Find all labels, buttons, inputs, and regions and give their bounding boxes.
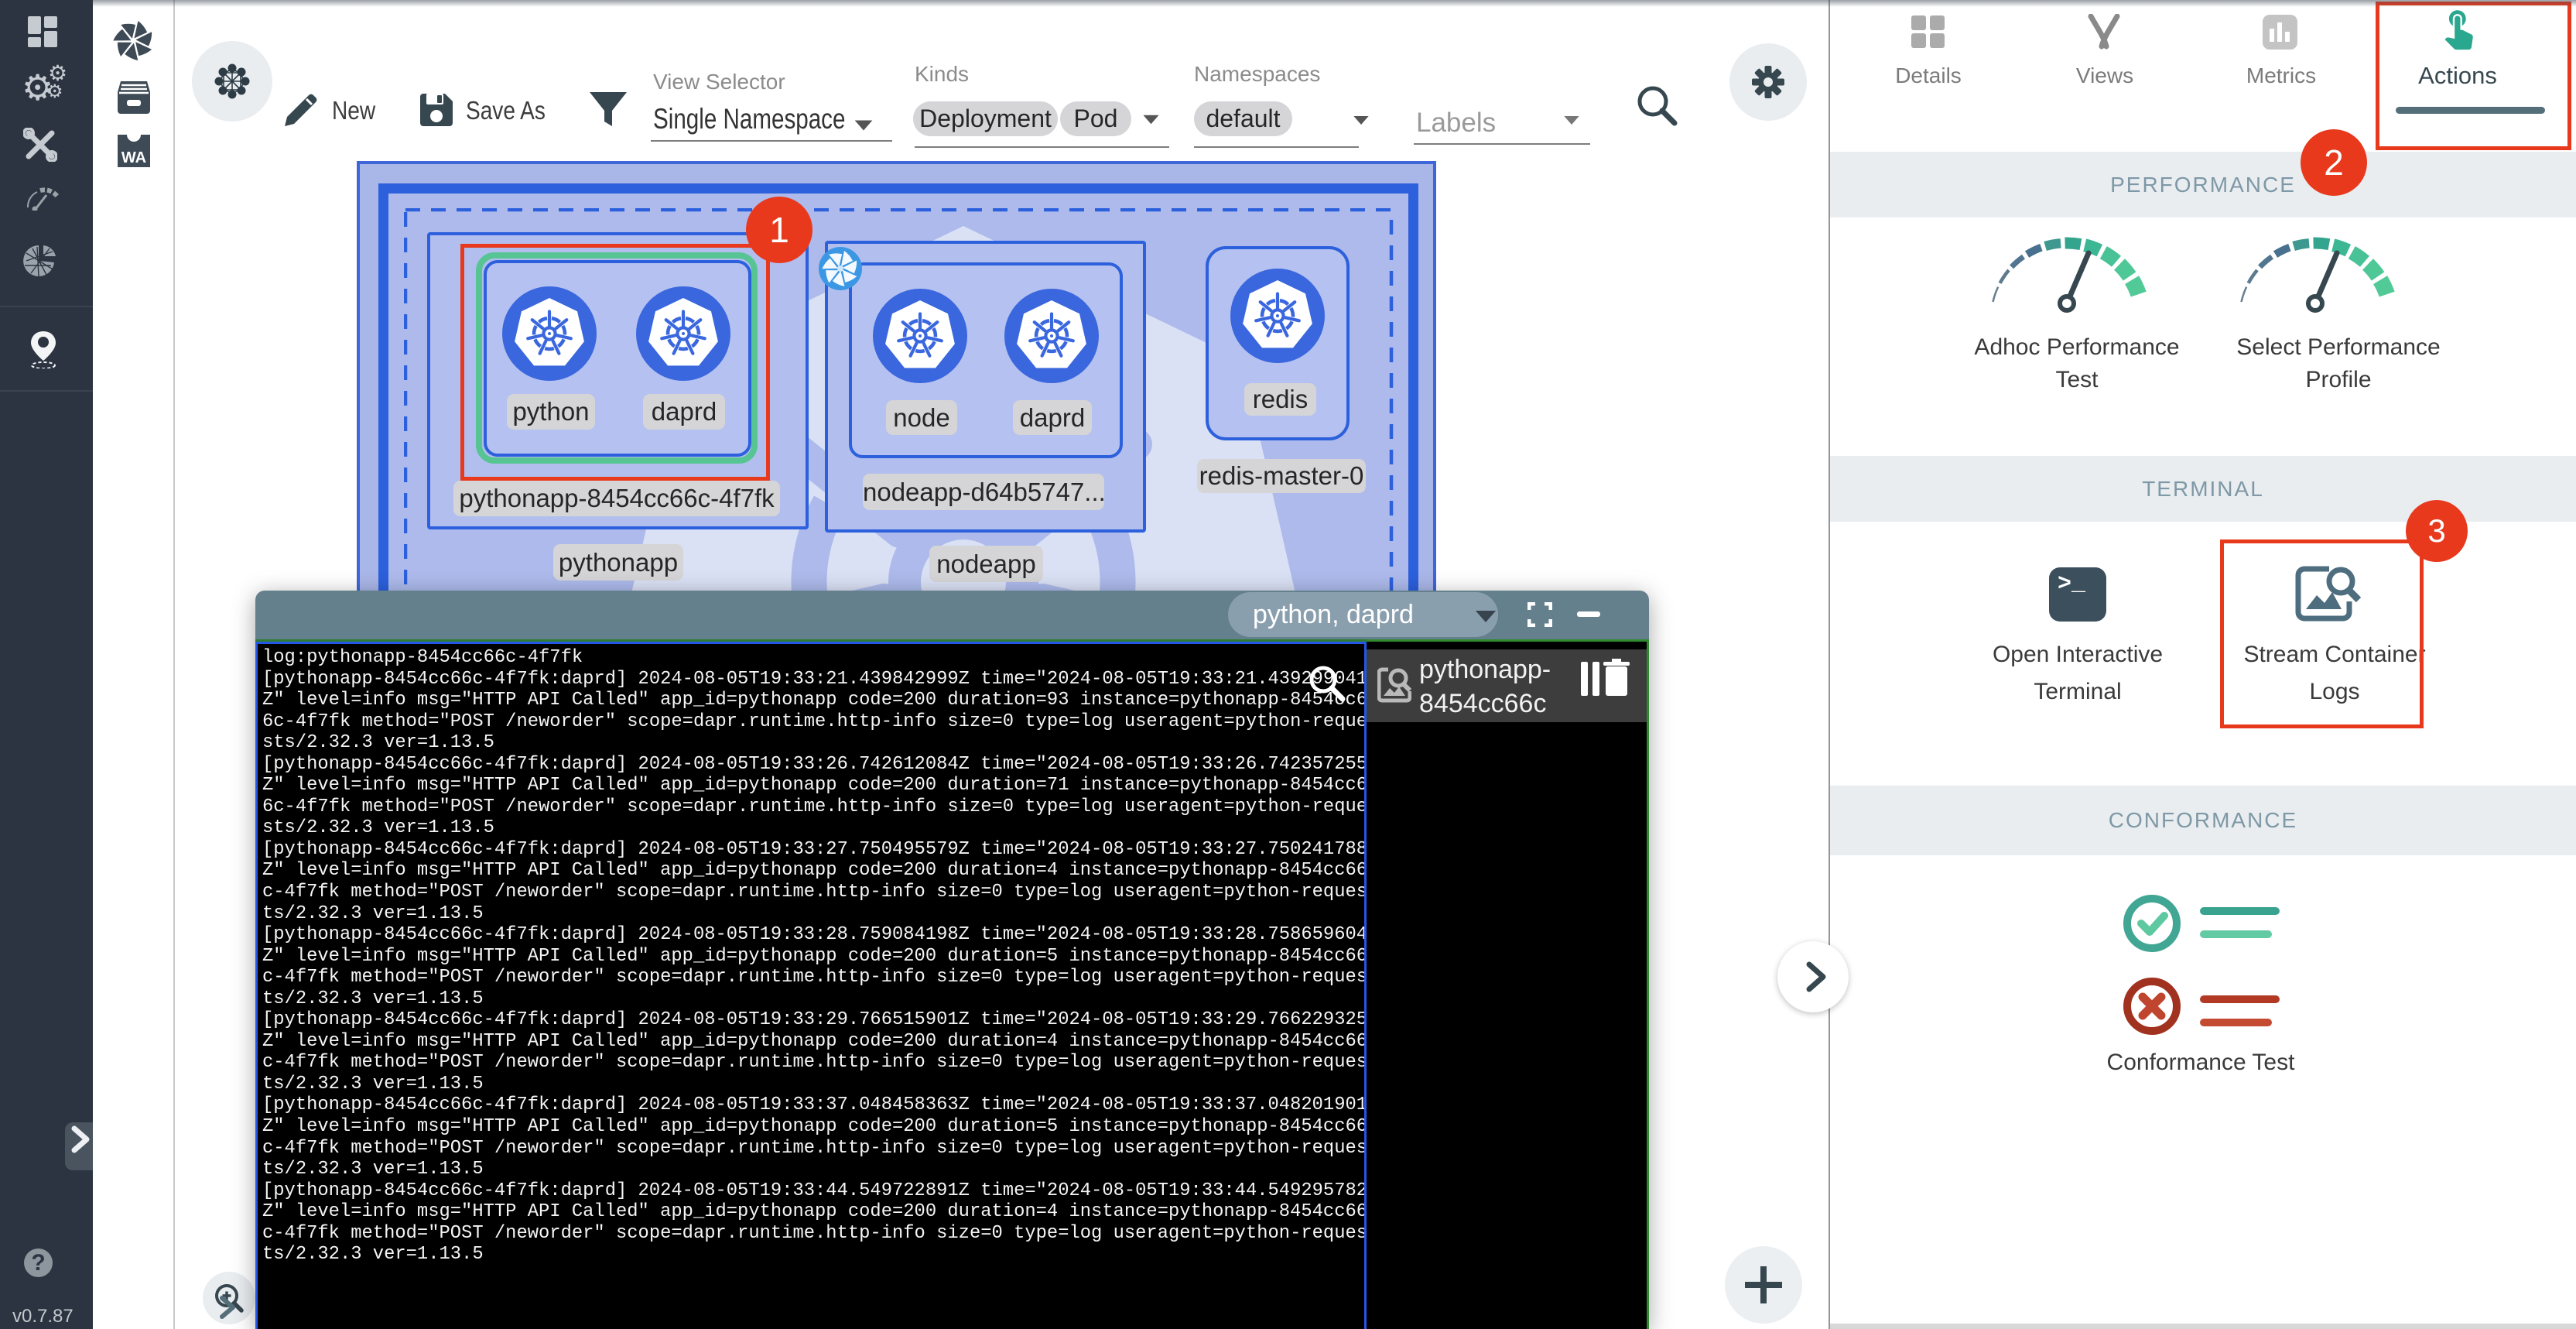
- svg-text:WA: WA: [121, 149, 146, 166]
